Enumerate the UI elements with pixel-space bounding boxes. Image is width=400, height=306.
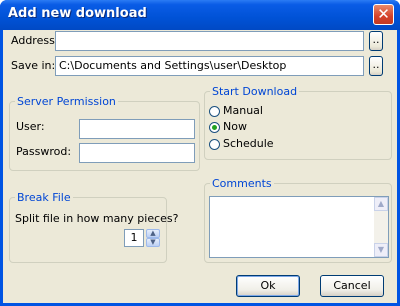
radio-circle [209, 121, 220, 133]
radio-now[interactable]: Now [209, 120, 247, 133]
comments-textarea[interactable]: ▲ ▼ [209, 196, 389, 258]
title-bar[interactable]: Add new download ✕ [0, 0, 400, 30]
scroll-up-icon[interactable]: ▲ [374, 197, 388, 211]
split-question-label: Split file in how many pieces? [15, 212, 179, 225]
password-label: Passwrod: [16, 145, 72, 158]
radio-manual[interactable]: Manual [209, 104, 263, 117]
close-icon[interactable]: ✕ [373, 4, 394, 25]
radio-schedule[interactable]: Schedule [209, 137, 274, 150]
comments-scrollbar[interactable]: ▲ ▼ [374, 197, 388, 257]
radio-manual-label: Manual [223, 104, 263, 117]
dialog-body: Address: .. Save in: C:\Documents and Se… [3, 30, 397, 303]
break-file-legend: Break File [17, 191, 71, 204]
save-in-label: Save in: [11, 59, 56, 72]
comments-legend: Comments [212, 177, 272, 190]
start-download-legend: Start Download [212, 85, 298, 98]
radio-schedule-label: Schedule [223, 137, 274, 150]
pieces-value[interactable]: 1 [124, 229, 144, 247]
radio-selected-dot [212, 124, 217, 130]
save-in-browse-button[interactable]: .. [369, 56, 383, 76]
ok-button[interactable]: Ok [236, 275, 300, 297]
save-in-input[interactable]: C:\Documents and Settings\user\Desktop [55, 56, 364, 76]
cancel-button[interactable]: Cancel [320, 275, 384, 297]
break-file-group: Break File [9, 191, 167, 263]
server-permission-legend: Server Permission [17, 95, 116, 108]
address-label: Address: [11, 34, 59, 47]
scroll-down-icon[interactable]: ▼ [374, 243, 388, 257]
user-input[interactable] [79, 119, 195, 139]
radio-circle [209, 105, 220, 117]
dialog-window: Add new download ✕ Address: .. Save in: … [0, 0, 400, 306]
spin-down-icon[interactable]: ▼ [146, 238, 160, 247]
password-input[interactable] [79, 143, 195, 163]
radio-circle [209, 138, 220, 150]
user-label: User: [16, 120, 45, 133]
address-browse-button[interactable]: .. [369, 31, 383, 51]
radio-now-label: Now [223, 120, 247, 133]
pieces-stepper[interactable]: 1 ▲ ▼ [124, 229, 160, 247]
spin-up-icon[interactable]: ▲ [146, 229, 160, 238]
window-title: Add new download [8, 6, 147, 21]
address-input[interactable] [55, 31, 364, 51]
